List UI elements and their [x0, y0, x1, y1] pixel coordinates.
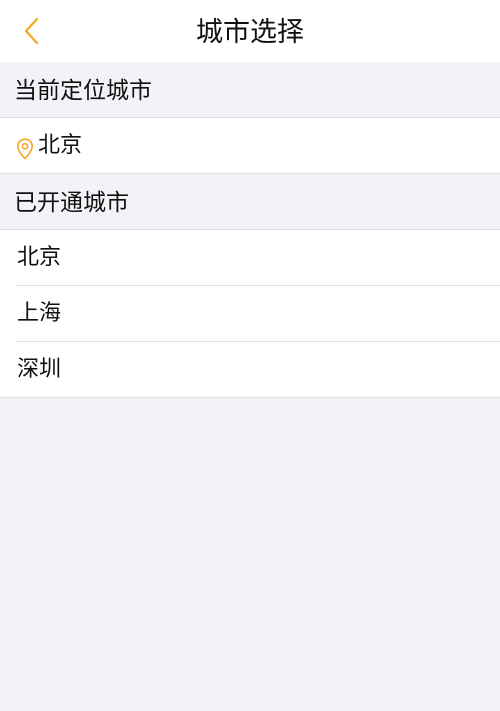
current-location-header-label: 当前定位城市 — [14, 78, 152, 104]
city-list-item-beijing[interactable]: 北京 — [0, 230, 500, 286]
open-cities-header: 已开通城市 — [0, 174, 500, 230]
city-list-item-shanghai[interactable]: 上海 — [0, 286, 500, 342]
navigation-bar: 城市选择 — [0, 0, 500, 62]
current-location-city-row[interactable]: 北京 — [0, 118, 500, 174]
current-location-city: 北京 — [38, 133, 83, 158]
location-pin-icon — [17, 138, 33, 160]
open-cities-header-label: 已开通城市 — [14, 190, 129, 216]
city-list-item-label: 深圳 — [17, 357, 62, 382]
divider — [0, 397, 500, 398]
city-list-item-shenzhen[interactable]: 深圳 — [0, 342, 500, 398]
current-location-header: 当前定位城市 — [0, 62, 500, 118]
chevron-left-icon — [24, 17, 39, 45]
back-button[interactable] — [14, 12, 50, 50]
city-list-item-label: 上海 — [17, 301, 62, 326]
city-list-item-label: 北京 — [17, 245, 62, 270]
page-title: 城市选择 — [196, 17, 304, 48]
